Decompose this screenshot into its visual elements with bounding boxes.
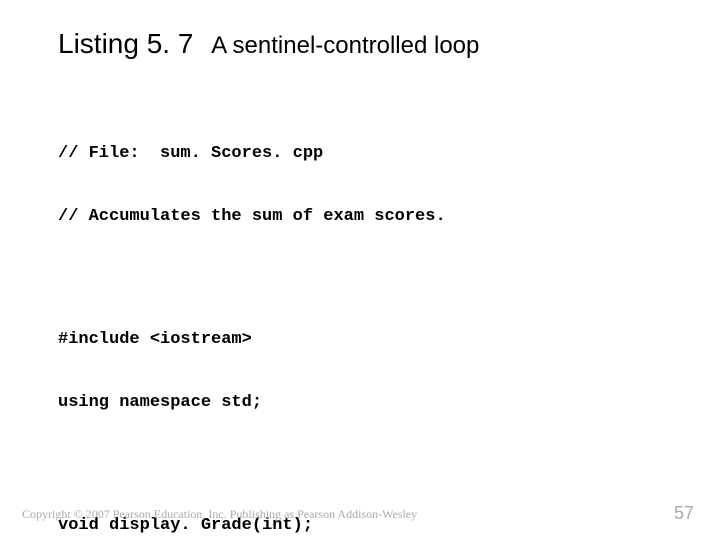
code-listing: // File: sum. Scores. cpp // Accumulates… <box>58 100 446 540</box>
code-gap <box>58 270 446 286</box>
copyright-text: Copyright © 2007 Pearson Education, Inc.… <box>22 507 417 522</box>
page-number: 57 <box>674 503 694 524</box>
code-line: using namespace std; <box>58 392 446 413</box>
code-gap <box>58 456 446 472</box>
code-line: #include <iostream> <box>58 329 446 350</box>
slide: Listing 5. 7 A sentinel-controlled loop … <box>0 0 720 540</box>
slide-heading: Listing 5. 7 A sentinel-controlled loop <box>58 28 479 60</box>
listing-number: Listing 5. 7 <box>58 28 193 59</box>
code-line: // File: sum. Scores. cpp <box>58 143 446 164</box>
code-line: // Accumulates the sum of exam scores. <box>58 206 446 227</box>
listing-subtitle: A sentinel-controlled loop <box>211 32 479 59</box>
